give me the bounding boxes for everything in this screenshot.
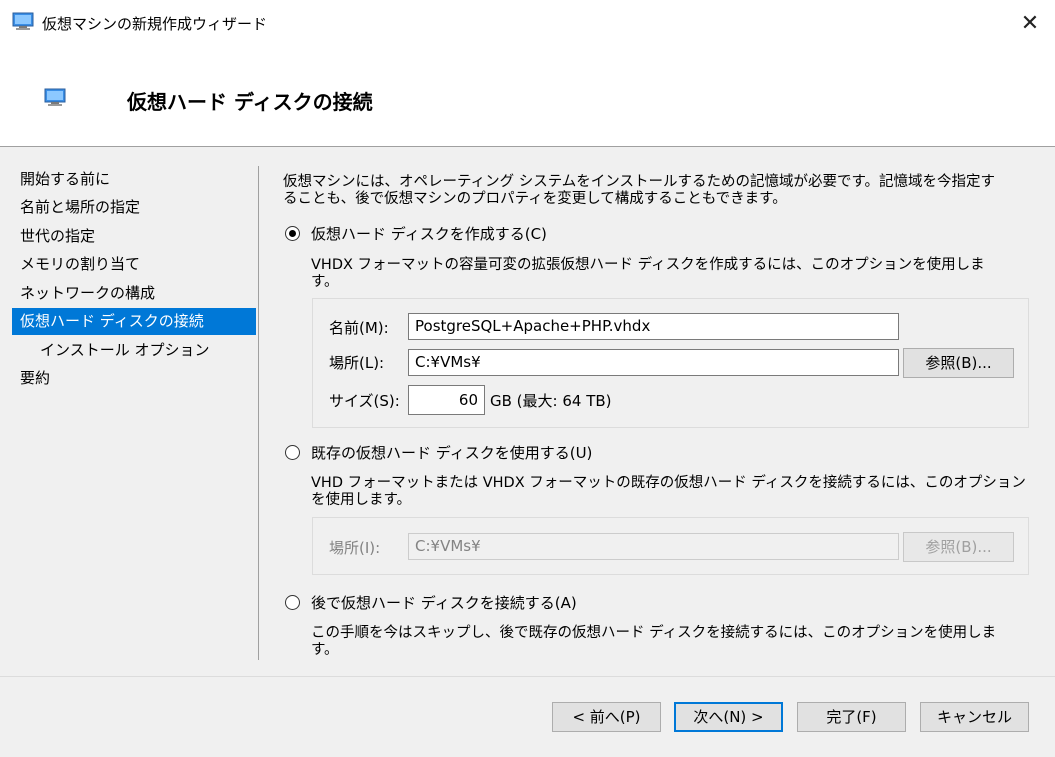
nav-item-memory[interactable]: メモリの割り当て: [18, 251, 256, 278]
existing-vhd-radio[interactable]: [285, 445, 300, 460]
create-vhd-group: 名前(M): PostgreSQL+Apache+PHP.vhdx 場所(L):…: [312, 298, 1029, 428]
monitor-icon: [12, 12, 34, 30]
existing-browse-button[interactable]: 参照(B)...: [903, 532, 1014, 562]
existing-vhd-desc-line1: VHD フォーマットまたは VHDX フォーマットの既存の仮想ハード ディスクを…: [311, 475, 1026, 491]
size-unit-label: GB (最大: 64 TB): [490, 392, 612, 410]
page-title: 仮想ハード ディスクの接続: [127, 90, 373, 114]
wizard-header: 仮想ハード ディスクの接続: [0, 48, 1055, 147]
attach-later-desc-line1: この手順を今はスキップし、後で既存の仮想ハード ディスクを接続するには、このオプ…: [311, 625, 997, 641]
window-title: 仮想マシンの新規作成ウィザード: [42, 15, 268, 33]
previous-button[interactable]: < 前へ(P): [552, 702, 661, 732]
nav-item-connect-vhd[interactable]: 仮想ハード ディスクの接続: [12, 308, 256, 335]
existing-vhd-group: 場所(I): C:¥VMs¥ 参照(B)...: [312, 517, 1029, 575]
close-icon[interactable]: ✕: [1016, 10, 1044, 38]
attach-later-radio[interactable]: [285, 595, 300, 610]
nav-item-before-you-begin[interactable]: 開始する前に: [18, 166, 256, 193]
location-label: 場所(L):: [329, 354, 385, 372]
size-input[interactable]: 60: [408, 385, 485, 415]
size-label: サイズ(S):: [329, 392, 400, 410]
location-input[interactable]: C:¥VMs¥: [408, 349, 899, 376]
nav-item-install-options[interactable]: インストール オプション: [18, 337, 256, 364]
nav-divider: [258, 166, 259, 660]
create-vhd-radio[interactable]: [285, 226, 300, 241]
attach-later-label[interactable]: 後で仮想ハード ディスクを接続する(A): [311, 592, 577, 613]
monitor-icon: [44, 88, 66, 106]
existing-location-label: 場所(I):: [329, 539, 381, 557]
existing-location-input[interactable]: C:¥VMs¥: [408, 533, 899, 560]
nav-item-name-location[interactable]: 名前と場所の指定: [18, 194, 256, 221]
nav-item-summary[interactable]: 要約: [18, 365, 256, 392]
title-bar: 仮想マシンの新規作成ウィザード ✕: [0, 0, 1055, 48]
intro-text-line1: 仮想マシンには、オペレーティング システムをインストールするための記憶域が必要で…: [283, 174, 996, 190]
nav-item-generation[interactable]: 世代の指定: [18, 223, 256, 250]
create-vhd-label[interactable]: 仮想ハード ディスクを作成する(C): [311, 223, 547, 244]
finish-button[interactable]: 完了(F): [797, 702, 906, 732]
name-input[interactable]: PostgreSQL+Apache+PHP.vhdx: [408, 313, 899, 340]
browse-button[interactable]: 参照(B)...: [903, 348, 1014, 378]
create-vhd-desc-line2: す。: [311, 274, 339, 290]
footer-divider: [0, 676, 1055, 677]
cancel-button[interactable]: キャンセル: [920, 702, 1029, 732]
intro-text-line2: ることも、後で仮想マシンのプロパティを変更して構成することもできます。: [283, 191, 787, 207]
next-button[interactable]: 次へ(N) >: [674, 702, 783, 732]
nav-item-networking[interactable]: ネットワークの構成: [18, 280, 256, 307]
existing-vhd-desc-line2: を使用します。: [311, 492, 412, 508]
create-vhd-desc-line1: VHDX フォーマットの容量可変の拡張仮想ハード ディスクを作成するには、このオ…: [311, 257, 985, 273]
existing-vhd-label[interactable]: 既存の仮想ハード ディスクを使用する(U): [311, 442, 592, 463]
attach-later-desc-line2: す。: [311, 642, 339, 655]
name-label: 名前(M):: [329, 319, 389, 337]
